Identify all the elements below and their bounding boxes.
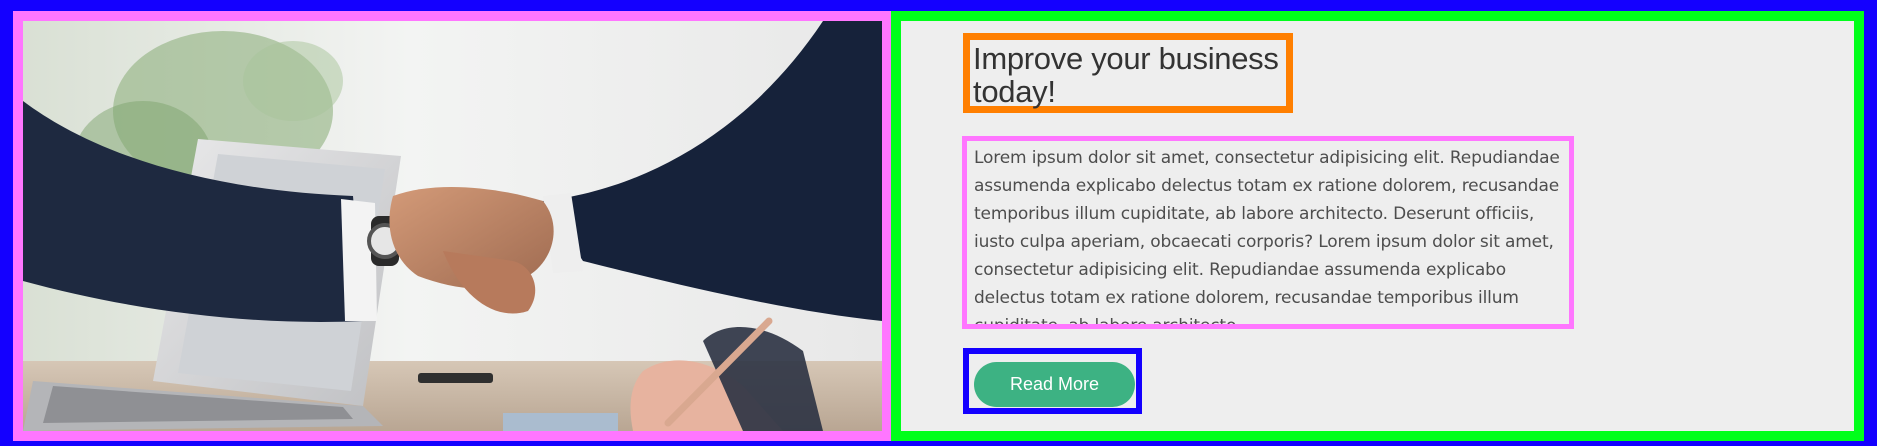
read-more-button[interactable]: Read More	[974, 362, 1135, 407]
hero-image-frame	[13, 11, 892, 441]
button-frame: Read More	[963, 348, 1142, 414]
hero-body-text: Lorem ipsum dolor sit amet, consectetur …	[974, 148, 1560, 329]
hero-headline: Improve your business today!	[973, 41, 1279, 109]
headline-frame: Improve your business today!	[963, 33, 1293, 113]
body-frame: Lorem ipsum dolor sit amet, consectetur …	[962, 136, 1574, 329]
handshake-photo	[23, 21, 882, 431]
hero-section: Improve your business today! Lorem ipsum…	[0, 0, 1877, 446]
